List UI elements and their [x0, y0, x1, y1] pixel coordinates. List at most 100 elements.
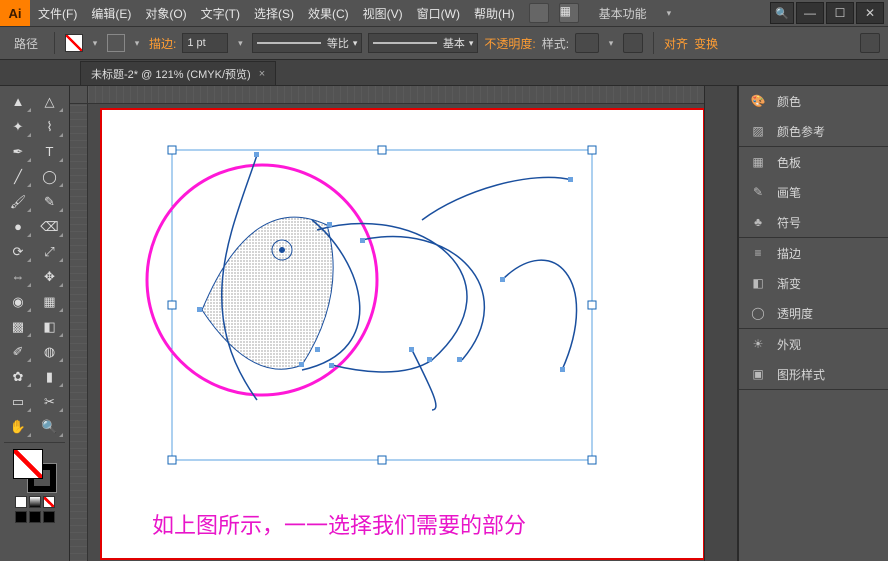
none-mode-icon[interactable] [43, 496, 55, 508]
panel-graphic-styles[interactable]: ▣图形样式 [739, 359, 888, 389]
workspace-switcher[interactable]: 基本功能 [589, 3, 657, 24]
draw-inside-icon[interactable] [43, 511, 55, 523]
arrange-icon[interactable]: ▦ [559, 3, 579, 23]
ruler-vertical[interactable] [70, 104, 88, 561]
stroke-weight-drop-icon[interactable]: ▾ [234, 38, 246, 49]
symbol-sprayer-tool[interactable]: ✿ [4, 365, 32, 388]
type-tool[interactable]: T [36, 140, 64, 163]
perspective-grid-tool[interactable]: ▦ [36, 290, 64, 313]
fill-stroke-swatch[interactable] [13, 449, 57, 493]
ruler-horizontal[interactable] [88, 86, 704, 104]
collapsed-dock[interactable] [704, 86, 738, 561]
panel-gradient[interactable]: ◧渐变 [739, 268, 888, 298]
artwork [102, 110, 702, 530]
width-tool[interactable]: ⇔ [4, 265, 32, 288]
transform-label[interactable]: 变换 [694, 35, 718, 52]
menu-effect[interactable]: 效果(C) [308, 5, 349, 22]
variable-width-profile[interactable]: 等比▾ [252, 33, 362, 53]
pen-tool[interactable]: ✒ [4, 140, 32, 163]
menu-view[interactable]: 视图(V) [363, 5, 403, 22]
opacity-label[interactable]: 不透明度: [484, 35, 535, 52]
bridge-icon[interactable] [529, 3, 549, 23]
menu-type[interactable]: 文字(T) [201, 5, 240, 22]
appearance-icon: ☀ [749, 336, 767, 352]
menu-window[interactable]: 窗口(W) [417, 5, 460, 22]
panel-color[interactable]: 🎨颜色 [739, 86, 888, 116]
brushes-icon: ✎ [749, 184, 767, 200]
magic-wand-tool[interactable]: ✦ [4, 115, 32, 138]
shape-builder-tool[interactable]: ◉ [4, 290, 32, 313]
tools-panel: ▲ △ ✦ ⌇ ✒ T ╱ ◯ 🖌 ✎ ● ⌫ ⟳ ⤢ ⇔ ✥ ◉ ▦ ▩ ◧ … [0, 86, 70, 561]
column-graph-tool[interactable]: ▮ [36, 365, 64, 388]
menu-bar: 文件(F) 编辑(E) 对象(O) 文字(T) 选择(S) 效果(C) 视图(V… [30, 3, 675, 24]
graphic-styles-icon: ▣ [749, 366, 767, 382]
menu-file[interactable]: 文件(F) [38, 5, 77, 22]
maximize-button[interactable]: ☐ [826, 2, 854, 24]
canvas[interactable]: 如上图所示，一一选择我们需要的部分 [70, 86, 704, 561]
document-tab[interactable]: 未标题-2* @ 121% (CMYK/预览) × [80, 61, 276, 85]
menu-select[interactable]: 选择(S) [254, 5, 294, 22]
color-mode-icon[interactable] [15, 496, 27, 508]
zoom-tool[interactable]: 🔍 [36, 415, 64, 438]
panel-appearance[interactable]: ☀外观 [739, 329, 888, 359]
stroke-drop-icon[interactable]: ▾ [131, 38, 143, 49]
menu-object[interactable]: 对象(O) [145, 5, 186, 22]
panel-color-guide[interactable]: ▨颜色参考 [739, 116, 888, 146]
pencil-tool[interactable]: ✎ [36, 190, 64, 213]
close-button[interactable]: ✕ [856, 2, 884, 24]
paintbrush-tool[interactable]: 🖌 [4, 190, 32, 213]
blend-tool[interactable]: ◍ [36, 340, 64, 363]
workspace-drop-icon[interactable]: ▾ [667, 8, 672, 19]
tab-close-icon[interactable]: × [259, 68, 265, 80]
stroke-swatch[interactable] [107, 34, 125, 52]
selection-tool[interactable]: ▲ [4, 90, 32, 113]
draw-normal-icon[interactable] [15, 511, 27, 523]
panel-symbols[interactable]: ♣符号 [739, 207, 888, 237]
blob-brush-tool[interactable]: ● [4, 215, 32, 238]
minimize-button[interactable]: — [796, 2, 824, 24]
stroke-weight-input[interactable] [182, 33, 228, 53]
title-bar: Ai 文件(F) 编辑(E) 对象(O) 文字(T) 选择(S) 效果(C) 视… [0, 0, 888, 26]
menu-edit[interactable]: 编辑(E) [91, 5, 131, 22]
eyedropper-tool[interactable]: ✐ [4, 340, 32, 363]
options-bar: 路径 ▾ ▾ 描边: ▾ 等比▾ 基本▾ 不透明度: 样式: ▾ 对齐 变换 [0, 26, 888, 60]
ruler-origin[interactable] [70, 86, 88, 104]
mesh-tool[interactable]: ▩ [4, 315, 32, 338]
document-tab-bar: 未标题-2* @ 121% (CMYK/预览) × [0, 60, 888, 86]
hand-tool[interactable]: ✋ [4, 415, 32, 438]
free-transform-tool[interactable]: ✥ [36, 265, 64, 288]
main-area: ▲ △ ✦ ⌇ ✒ T ╱ ◯ 🖌 ✎ ● ⌫ ⟳ ⤢ ⇔ ✥ ◉ ▦ ▩ ◧ … [0, 86, 888, 561]
gradient-tool[interactable]: ◧ [36, 315, 64, 338]
panel-transparency[interactable]: ◯透明度 [739, 298, 888, 328]
panel-brushes[interactable]: ✎画笔 [739, 177, 888, 207]
context-label: 路径 [8, 35, 44, 52]
color-panel-icon: 🎨 [749, 93, 767, 109]
panel-swatches[interactable]: ▦色板 [739, 147, 888, 177]
menu-help[interactable]: 帮助(H) [474, 5, 515, 22]
isolate-icon[interactable] [860, 33, 880, 53]
app-logo: Ai [0, 0, 30, 26]
line-tool[interactable]: ╱ [4, 165, 32, 188]
panels-dock: 🎨颜色 ▨颜色参考 ▦色板 ✎画笔 ♣符号 ≡描边 ◧渐变 ◯透明度 ☀外观 ▣… [738, 86, 888, 561]
stroke-label[interactable]: 描边: [149, 35, 176, 52]
fill-drop-icon[interactable]: ▾ [89, 38, 101, 49]
shape-tool[interactable]: ◯ [36, 165, 64, 188]
direct-selection-tool[interactable]: △ [36, 90, 64, 113]
gradient-mode-icon[interactable] [29, 496, 41, 508]
align-label[interactable]: 对齐 [664, 35, 688, 52]
slice-tool[interactable]: ✂ [36, 390, 64, 413]
lasso-tool[interactable]: ⌇ [36, 115, 64, 138]
search-icon[interactable]: 🔍 [770, 2, 794, 24]
caption-text: 如上图所示，一一选择我们需要的部分 [152, 508, 526, 540]
brush-definition[interactable]: 基本▾ [368, 33, 478, 53]
scale-tool[interactable]: ⤢ [36, 240, 64, 263]
panel-stroke[interactable]: ≡描边 [739, 238, 888, 268]
rotate-tool[interactable]: ⟳ [4, 240, 32, 263]
fill-swatch[interactable] [65, 34, 83, 52]
draw-behind-icon[interactable] [29, 511, 41, 523]
style-drop-icon[interactable]: ▾ [605, 38, 617, 49]
eraser-tool[interactable]: ⌫ [36, 215, 64, 238]
artboard-tool[interactable]: ▭ [4, 390, 32, 413]
style-swatch[interactable] [575, 33, 599, 53]
recolor-icon[interactable] [623, 33, 643, 53]
